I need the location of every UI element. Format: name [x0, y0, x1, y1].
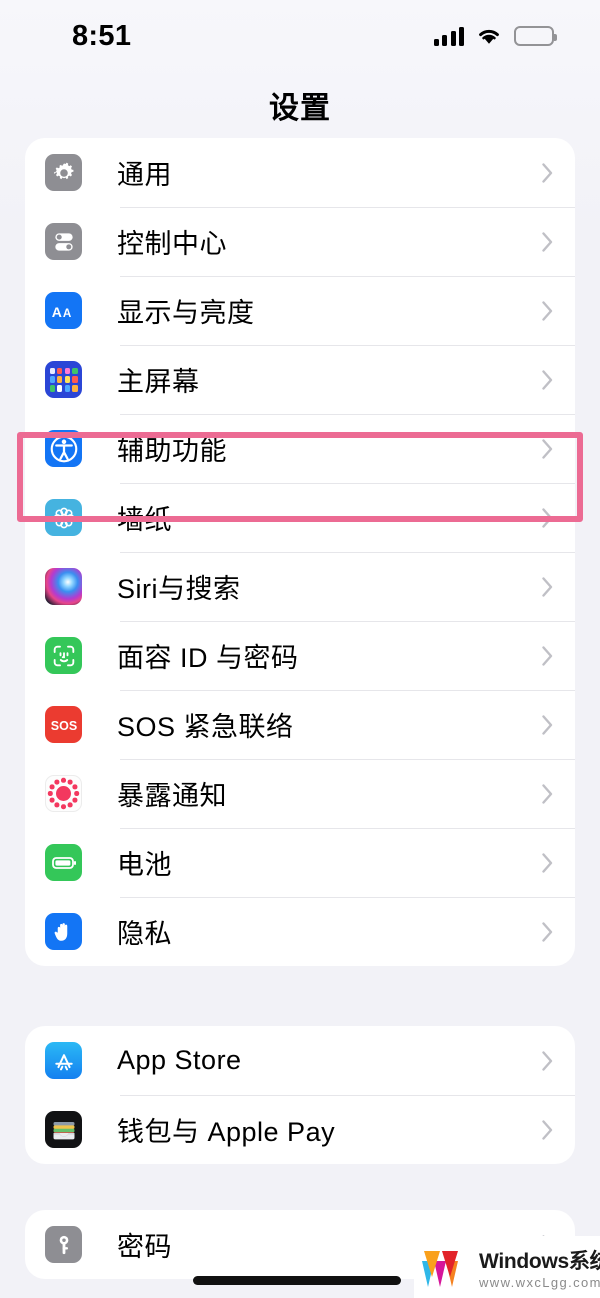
settings-row-label: Siri与搜索 — [117, 574, 241, 604]
settings-row-emergency-sos[interactable]: SOS SOS 紧急联络 — [25, 690, 575, 759]
settings-row-app-store[interactable]: App Store — [25, 1026, 575, 1095]
svg-text:A: A — [62, 306, 71, 319]
settings-row-label: 主屏幕 — [117, 367, 200, 397]
chevron-right-icon — [542, 576, 553, 597]
group-separator — [0, 966, 600, 1026]
chevron-right-icon — [542, 507, 553, 528]
home-indicator — [193, 1276, 401, 1285]
settings-row-label: 通用 — [117, 160, 172, 190]
chevron-right-icon — [542, 645, 553, 666]
chevron-right-icon — [542, 1119, 553, 1140]
settings-row-label: 钱包与 Apple Pay — [117, 1117, 336, 1147]
chevron-right-icon — [542, 1050, 553, 1071]
chevron-right-icon — [542, 300, 553, 321]
siri-icon — [45, 568, 82, 605]
status-bar: 8:51 — [0, 0, 600, 72]
watermark: Windows系统城 www.wxcLgg.com — [414, 1236, 600, 1298]
chevron-right-icon — [542, 783, 553, 804]
control-center-icon — [45, 223, 82, 260]
settings-row-siri-search[interactable]: Siri与搜索 — [25, 552, 575, 621]
settings-group-1: 通用 控制中心 A A 显示与亮度 主屏幕 辅助功能 墙纸 Siri与搜索 面容… — [25, 138, 575, 966]
settings-row-label: App Store — [117, 1045, 242, 1075]
emergency-sos-icon: SOS — [45, 706, 82, 743]
app-store-icon — [45, 1042, 82, 1079]
settings-row-label: 显示与亮度 — [117, 298, 255, 328]
settings-row-wallet-apple-pay[interactable]: 钱包与 Apple Pay — [25, 1095, 575, 1164]
chevron-right-icon — [542, 921, 553, 942]
iphone-settings-screen: 8:51 设置 通用 控制中心 A A 显示与亮度 主屏幕 辅助功能 墙纸 Si… — [0, 0, 600, 1298]
settings-row-label: SOS 紧急联络 — [117, 712, 294, 742]
gear-icon — [45, 154, 82, 191]
home-screen-icon — [45, 361, 82, 398]
settings-row-label: 控制中心 — [117, 229, 227, 259]
chevron-right-icon — [542, 438, 553, 459]
display-brightness-icon: A A — [45, 292, 82, 329]
exposure-notification-icon — [45, 775, 82, 812]
svg-text:SOS: SOS — [50, 719, 76, 733]
settings-row-accessibility[interactable]: 辅助功能 — [25, 414, 575, 483]
watermark-title: Windows系统城 — [479, 1249, 600, 1273]
passwords-key-icon — [45, 1226, 82, 1263]
settings-row-label: 辅助功能 — [117, 436, 227, 466]
settings-row-home-screen[interactable]: 主屏幕 — [25, 345, 575, 414]
settings-row-control-center[interactable]: 控制中心 — [25, 207, 575, 276]
settings-row-label: 暴露通知 — [117, 781, 227, 811]
chevron-right-icon — [542, 852, 553, 873]
navigation-bar: 设置 — [0, 72, 600, 138]
chevron-right-icon — [542, 714, 553, 735]
settings-row-general[interactable]: 通用 — [25, 138, 575, 207]
settings-row-exposure-notifications[interactable]: 暴露通知 — [25, 759, 575, 828]
settings-list[interactable]: 通用 控制中心 A A 显示与亮度 主屏幕 辅助功能 墙纸 Siri与搜索 面容… — [0, 138, 600, 1279]
chevron-right-icon — [542, 369, 553, 390]
settings-row-label: 密码 — [117, 1232, 172, 1262]
settings-row-wallpaper[interactable]: 墙纸 — [25, 483, 575, 552]
accessibility-icon — [45, 430, 82, 467]
watermark-url: www.wxcLgg.com — [479, 1274, 600, 1290]
watermark-logo-icon — [420, 1247, 472, 1287]
privacy-hand-icon — [45, 913, 82, 950]
settings-row-label: 隐私 — [117, 919, 172, 949]
settings-row-label: 面容 ID 与密码 — [117, 643, 299, 673]
settings-row-face-id-passcode[interactable]: 面容 ID 与密码 — [25, 621, 575, 690]
wifi-icon — [476, 26, 502, 46]
status-bar-icons — [433, 26, 557, 46]
svg-text:A: A — [51, 303, 61, 319]
wallet-icon — [45, 1111, 82, 1148]
face-id-icon — [45, 637, 82, 674]
settings-row-label: 电池 — [117, 850, 172, 880]
settings-row-battery[interactable]: 电池 — [25, 828, 575, 897]
cellular-signal-icon — [433, 26, 464, 46]
settings-row-display-brightness[interactable]: A A 显示与亮度 — [25, 276, 575, 345]
watermark-text: Windows系统城 www.wxcLgg.com — [479, 1245, 600, 1290]
status-bar-time: 8:51 — [72, 19, 132, 52]
settings-row-label: 墙纸 — [117, 505, 172, 535]
chevron-right-icon — [542, 162, 553, 183]
wallpaper-icon — [45, 499, 82, 536]
page-title: 设置 — [269, 92, 331, 125]
group-separator — [0, 1164, 600, 1210]
battery-full-icon — [514, 26, 557, 46]
settings-group-2: App Store 钱包与 Apple Pay — [25, 1026, 575, 1164]
settings-row-privacy[interactable]: 隐私 — [25, 897, 575, 966]
chevron-right-icon — [542, 231, 553, 252]
battery-icon — [45, 844, 82, 881]
